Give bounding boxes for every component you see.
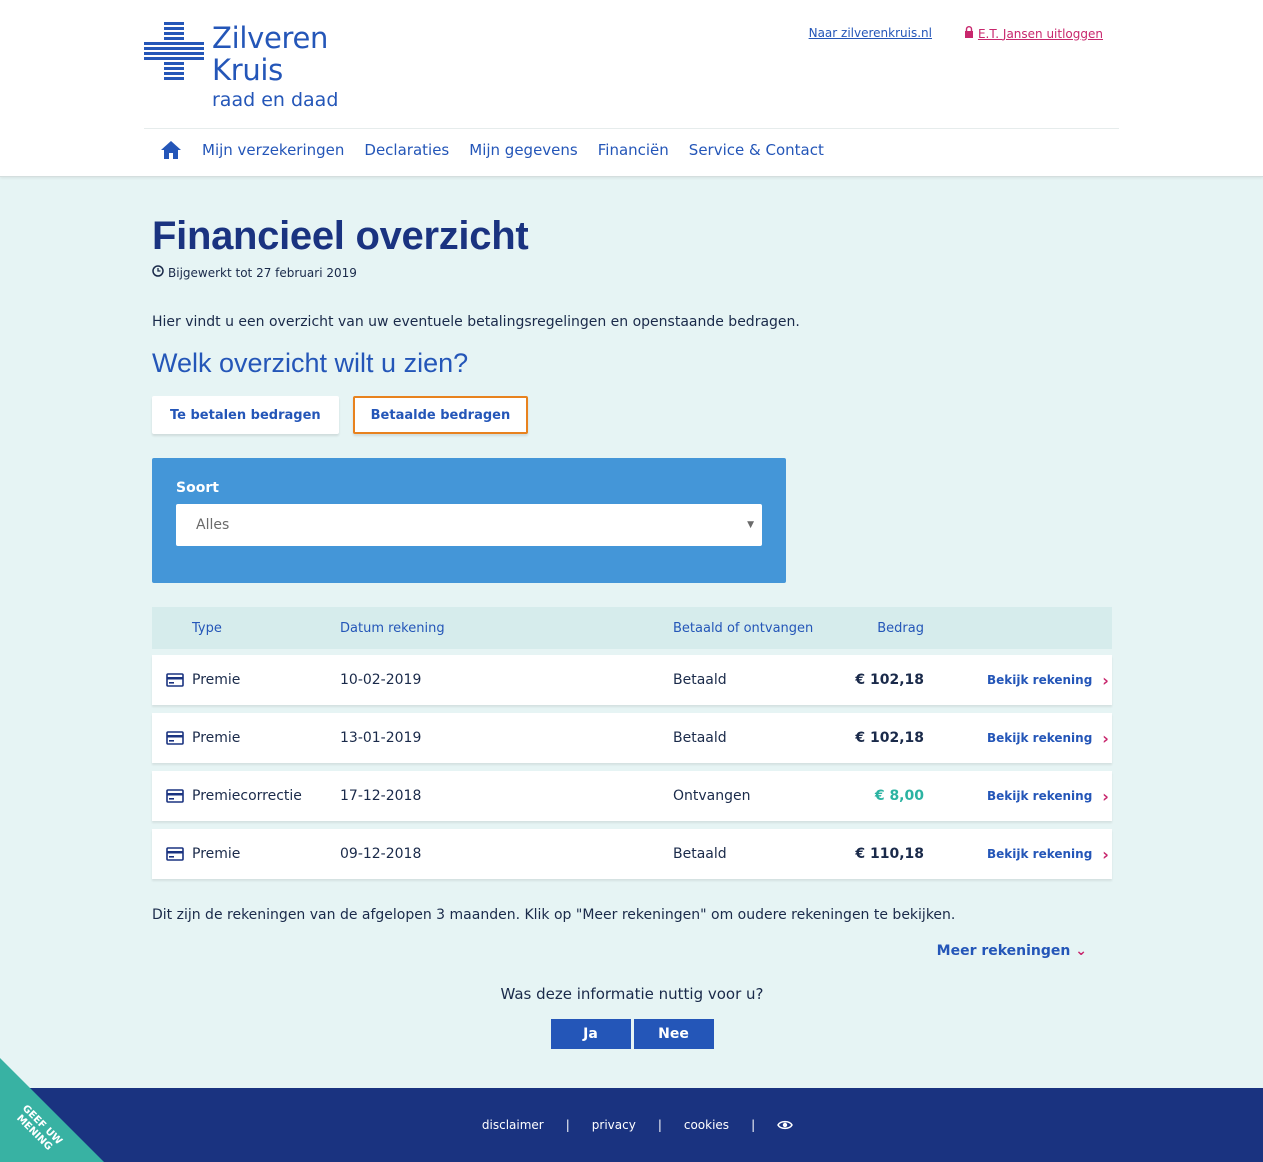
- caret-down-icon: ▼: [747, 520, 754, 530]
- overview-toggle: Te betalen bedragen Betaalde bedragen: [152, 396, 1112, 434]
- row-amount: € 8,00: [874, 788, 924, 804]
- view-invoice-label: Bekijk rekening: [987, 847, 1093, 861]
- header-date: Datum rekening: [340, 620, 445, 636]
- filter-label: Soort: [176, 480, 219, 496]
- main-content: Financieel overzicht Bijgewerkt tot 27 f…: [152, 178, 1112, 1049]
- footer-disclaimer-link[interactable]: disclaimer: [482, 1118, 544, 1132]
- page-title: Financieel overzicht: [152, 214, 529, 258]
- chevron-right-icon: ›: [1102, 786, 1109, 806]
- header-status: Betaald of ontvangen: [673, 620, 814, 636]
- site-footer: disclaimer | privacy | cookies |: [0, 1088, 1263, 1162]
- home-icon[interactable]: [160, 140, 182, 160]
- chevron-down-icon: ⌄: [1075, 943, 1087, 959]
- card-icon: [152, 731, 192, 745]
- row-amount: € 110,18: [855, 846, 924, 862]
- logout-label: E.T. Jansen uitloggen: [977, 26, 1103, 41]
- header-divider: [144, 128, 1119, 129]
- feedback-ribbon[interactable]: GEEF UW MENING: [0, 1058, 104, 1162]
- table-header: Type Datum rekening Betaald of ontvangen…: [152, 607, 1112, 649]
- footer-cookies-link[interactable]: cookies: [684, 1118, 729, 1132]
- card-icon: [152, 847, 192, 861]
- more-invoices-label: Meer rekeningen: [936, 943, 1071, 959]
- row-amount: € 102,18: [855, 672, 924, 688]
- header-type: Type: [192, 620, 222, 636]
- row-status: Betaald: [673, 730, 727, 746]
- view-invoice-link[interactable]: Bekijk rekening ›: [987, 671, 1109, 690]
- view-invoice-link[interactable]: Bekijk rekening ›: [987, 729, 1109, 748]
- feedback-yes-button[interactable]: Ja: [550, 1019, 631, 1049]
- row-type: Premie: [192, 730, 241, 746]
- logout-link[interactable]: E.T. Jansen uitloggen: [964, 26, 1103, 41]
- footer-privacy-link[interactable]: privacy: [592, 1118, 636, 1132]
- soort-select-value: Alles: [196, 517, 230, 533]
- row-date: 17-12-2018: [340, 788, 422, 804]
- table-row: Premiecorrectie 17-12-2018 Ontvangen € 8…: [152, 771, 1112, 821]
- nav-item-verzekeringen[interactable]: Mijn verzekeringen: [202, 141, 344, 159]
- to-pay-button[interactable]: Te betalen bedragen: [152, 396, 339, 434]
- chevron-right-icon: ›: [1102, 728, 1109, 748]
- row-type: Premiecorrectie: [192, 788, 302, 804]
- row-status: Ontvangen: [673, 788, 751, 804]
- view-invoice-label: Bekijk rekening: [987, 673, 1093, 687]
- feedback-buttons: Ja Nee: [152, 1019, 1112, 1049]
- invoices-table: Type Datum rekening Betaald of ontvangen…: [152, 607, 1112, 879]
- top-links: Naar zilverenkruis.nl E.T. Jansen uitlog…: [809, 26, 1103, 41]
- filter-panel: Soort Alles ▼: [152, 458, 786, 583]
- header-amount: Bedrag: [877, 620, 924, 636]
- site-header: Zilveren Kruis raad en daad Naar zilvere…: [0, 0, 1263, 177]
- chevron-right-icon: ›: [1102, 844, 1109, 864]
- nav-item-financien[interactable]: Financiën: [598, 141, 669, 159]
- eye-icon[interactable]: [777, 1119, 793, 1131]
- footer-separator: |: [657, 1118, 662, 1132]
- view-invoice-link[interactable]: Bekijk rekening ›: [987, 845, 1109, 864]
- view-invoice-label: Bekijk rekening: [987, 789, 1093, 803]
- brand-line-2: Kruis: [212, 53, 283, 87]
- card-icon: [152, 673, 192, 687]
- card-icon: [152, 789, 192, 803]
- row-type: Premie: [192, 672, 241, 688]
- nav-item-gegevens[interactable]: Mijn gegevens: [469, 141, 577, 159]
- table-row: Premie 13-01-2019 Betaald € 102,18 Bekij…: [152, 713, 1112, 763]
- brand-logo[interactable]: Zilveren Kruis raad en daad: [144, 22, 338, 113]
- section-heading: Welk overzicht wilt u zien?: [152, 348, 469, 378]
- nav-item-declaraties[interactable]: Declaraties: [364, 141, 449, 159]
- main-nav: Mijn verzekeringen Declaraties Mijn gege…: [160, 140, 844, 160]
- feedback-no-button[interactable]: Nee: [633, 1019, 714, 1049]
- more-invoices-link[interactable]: Meer rekeningen ⌄: [152, 943, 1112, 959]
- cross-logo-icon: [144, 22, 204, 82]
- row-type: Premie: [192, 846, 241, 862]
- intro-text: Hier vindt u een overzicht van uw eventu…: [152, 314, 800, 330]
- nav-item-service-contact[interactable]: Service & Contact: [689, 141, 824, 159]
- row-status: Betaald: [673, 672, 727, 688]
- brand-line-1: Zilveren: [212, 21, 329, 55]
- updated-label: Bijgewerkt tot 27 februari 2019: [168, 265, 357, 280]
- table-row: Premie 10-02-2019 Betaald € 102,18 Bekij…: [152, 655, 1112, 705]
- view-invoice-label: Bekijk rekening: [987, 731, 1093, 745]
- table-note: Dit zijn de rekeningen van de afgelopen …: [152, 907, 956, 923]
- row-amount: € 102,18: [855, 730, 924, 746]
- footer-separator: |: [565, 1118, 570, 1132]
- chevron-right-icon: ›: [1102, 670, 1109, 690]
- row-date: 13-01-2019: [340, 730, 422, 746]
- row-date: 10-02-2019: [340, 672, 422, 688]
- row-date: 09-12-2018: [340, 846, 422, 862]
- feedback-question: Was deze informatie nuttig voor u?: [500, 985, 764, 1003]
- clock-icon: [152, 265, 164, 280]
- lock-icon: [964, 26, 974, 41]
- brand-tagline: raad en daad: [212, 89, 339, 111]
- footer-separator: |: [751, 1118, 756, 1132]
- soort-select[interactable]: Alles ▼: [176, 504, 762, 546]
- view-invoice-link[interactable]: Bekijk rekening ›: [987, 787, 1109, 806]
- table-row: Premie 09-12-2018 Betaald € 110,18 Bekij…: [152, 829, 1112, 879]
- site-link[interactable]: Naar zilverenkruis.nl: [809, 26, 932, 41]
- paid-button[interactable]: Betaalde bedragen: [352, 396, 529, 434]
- updated-info: Bijgewerkt tot 27 februari 2019: [152, 265, 1112, 280]
- row-status: Betaald: [673, 846, 727, 862]
